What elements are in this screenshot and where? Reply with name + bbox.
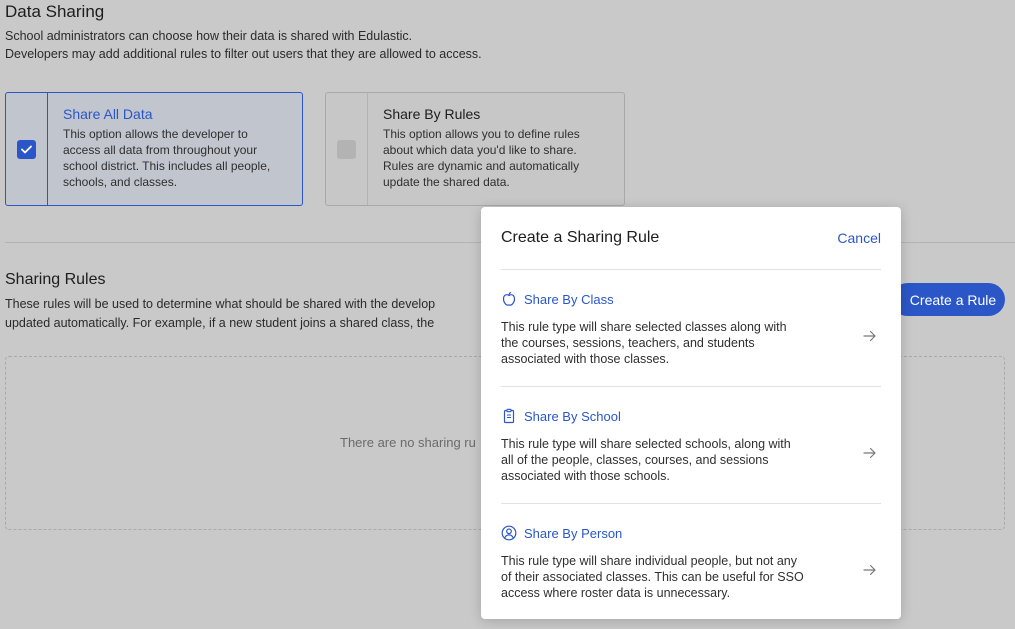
- rule-option-label: Share By Class: [524, 291, 614, 307]
- option-description-line: schools, and classes.: [63, 175, 178, 189]
- option-checkbox-column: [326, 93, 368, 205]
- option-description-line: This option allows the developer to: [63, 127, 248, 141]
- checkmark-icon: [21, 145, 32, 153]
- clipboard-icon: [501, 408, 517, 424]
- data-sharing-title: Data Sharing: [5, 2, 105, 21]
- rule-description-line: This rule type will share selected class…: [501, 320, 787, 334]
- create-rule-button[interactable]: Create a Rule: [891, 283, 1005, 316]
- share-all-data-checkbox[interactable]: [17, 139, 36, 159]
- option-description-line: about which data you'd like to share.: [383, 143, 577, 157]
- arrow-right-icon: [862, 328, 878, 344]
- sharing-rules-title: Sharing Rules: [5, 271, 106, 288]
- data-sharing-description-line1: School administrators can choose how the…: [5, 29, 413, 43]
- rule-option-description: This rule type will share selected schoo…: [501, 436, 836, 484]
- create-sharing-rule-modal: Create a Sharing Rule Cancel Share By Cl…: [481, 207, 901, 619]
- option-description-line: access all data from throughout your: [63, 143, 258, 157]
- option-description: This option allows you to define rules a…: [383, 126, 580, 190]
- arrow-right-icon: [862, 445, 878, 461]
- option-description-line: school district. This includes all peopl…: [63, 159, 271, 173]
- apple-icon: [501, 291, 517, 307]
- rule-description-line: associated with those schools.: [501, 469, 670, 483]
- modal-divider: [501, 269, 881, 270]
- rule-description-line: associated with those classes.: [501, 352, 670, 366]
- rule-description-line: of their associated classes. This can be…: [501, 570, 804, 584]
- modal-title: Create a Sharing Rule: [501, 229, 660, 246]
- modal-cancel-button[interactable]: Cancel: [837, 230, 881, 246]
- rule-option-share-by-class[interactable]: Share By Class This rule type will share…: [501, 291, 881, 367]
- rule-description-line: the courses, sessions, teachers, and stu…: [501, 336, 755, 350]
- page: Data Sharing School administrators can c…: [0, 0, 1015, 629]
- rule-option-label: Share By School: [524, 408, 621, 424]
- rule-description-line: all of the people, classes, courses, and…: [501, 453, 769, 467]
- modal-divider: [501, 386, 881, 387]
- rule-option-description: This rule type will share selected class…: [501, 319, 836, 367]
- rule-description-line: access where roster data is unnecessary.: [501, 586, 731, 600]
- rule-option-share-by-person[interactable]: Share By Person This rule type will shar…: [501, 525, 881, 601]
- rule-option-label: Share By Person: [524, 525, 623, 541]
- sharing-rules-description-line2: updated automatically. For example, if a…: [5, 316, 435, 330]
- rule-option-description: This rule type will share individual peo…: [501, 553, 836, 601]
- option-description-line: update the shared data.: [383, 175, 510, 189]
- sharing-rules-description-line1: These rules will be used to determine wh…: [5, 297, 436, 311]
- option-description-line: This option allows you to define rules: [383, 127, 580, 141]
- data-sharing-description-line2: Developers may add additional rules to f…: [5, 47, 482, 61]
- option-title: Share By Rules: [383, 106, 481, 122]
- empty-state-text: There are no sharing ru: [340, 435, 476, 450]
- option-share-by-rules[interactable]: Share By Rules This option allows you to…: [325, 92, 625, 206]
- rule-description-line: This rule type will share individual peo…: [501, 554, 798, 568]
- rule-option-share-by-school[interactable]: Share By School This rule type will shar…: [501, 408, 881, 484]
- rule-description-line: This rule type will share selected schoo…: [501, 437, 791, 451]
- option-share-all-data[interactable]: Share All Data This option allows the de…: [5, 92, 303, 206]
- arrow-right-icon: [862, 562, 878, 578]
- share-by-rules-checkbox[interactable]: [337, 139, 356, 159]
- person-circle-icon: [501, 525, 517, 541]
- option-description: This option allows the developer to acce…: [63, 126, 270, 190]
- option-description-line: Rules are dynamic and automatically: [383, 159, 580, 173]
- option-checkbox-column: [6, 93, 48, 205]
- option-title: Share All Data: [63, 106, 153, 122]
- modal-divider: [501, 503, 881, 504]
